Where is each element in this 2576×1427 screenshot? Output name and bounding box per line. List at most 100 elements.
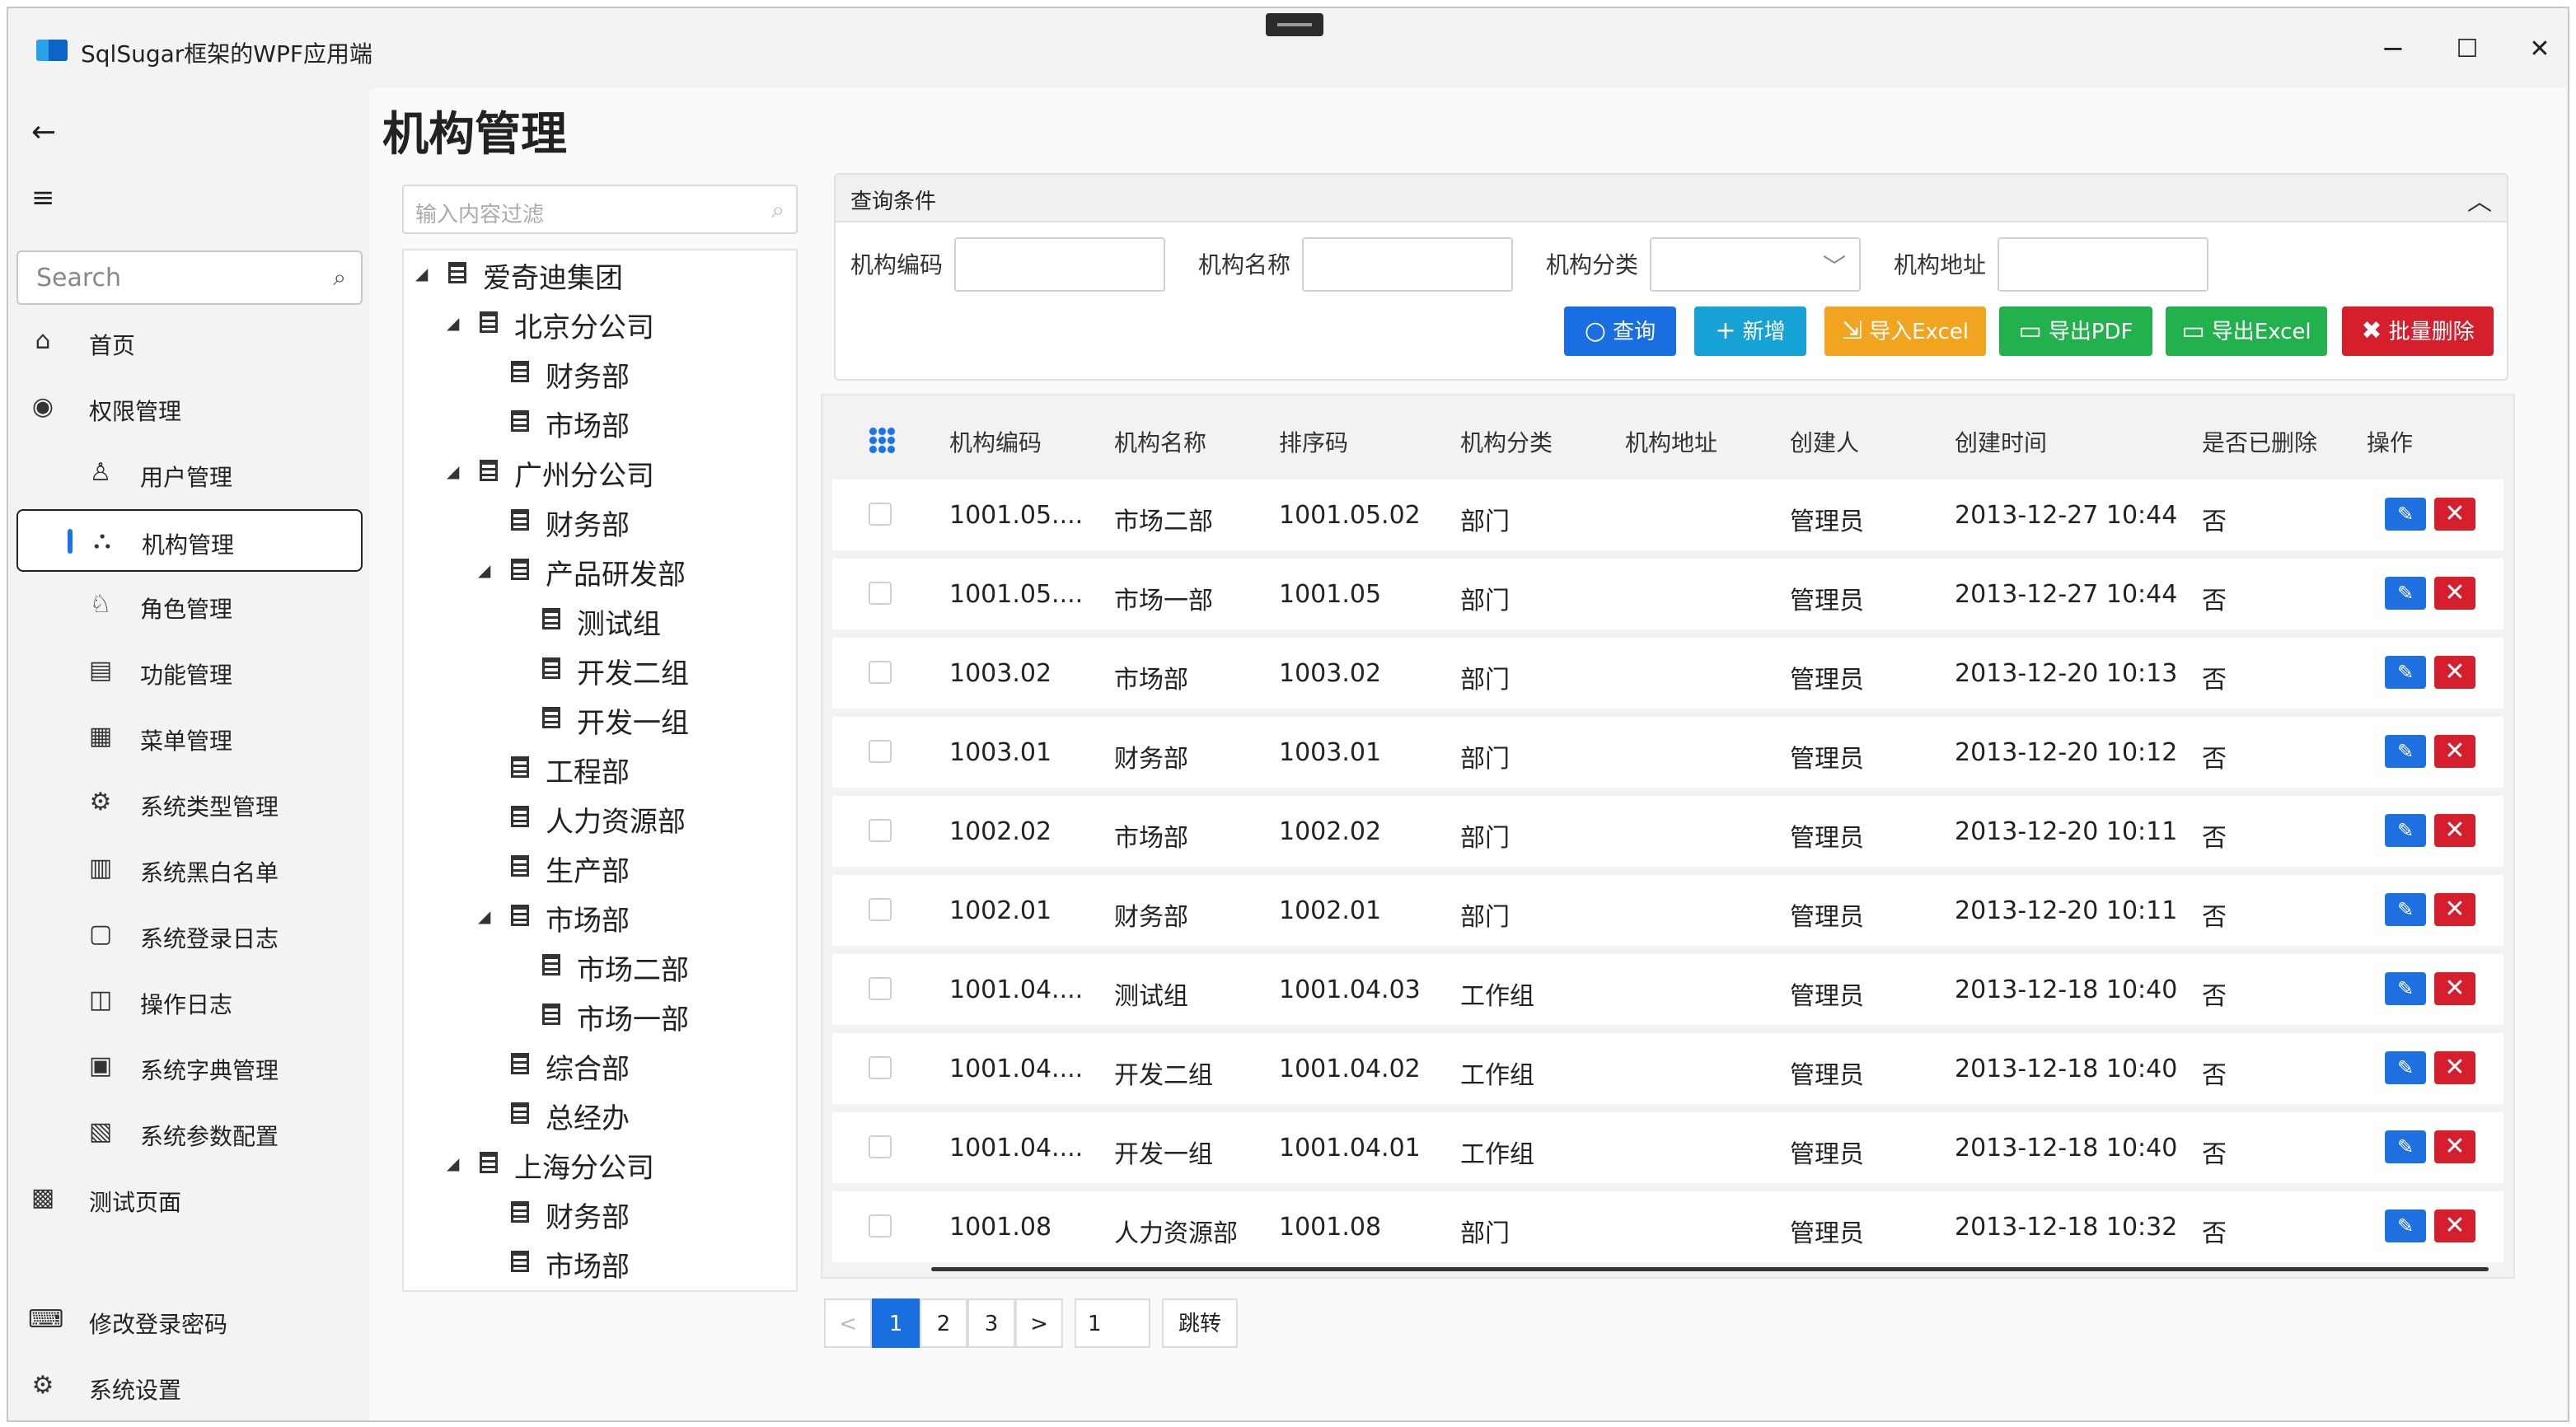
nav-item-login-log[interactable]: ▢ 系统登录日志	[16, 905, 363, 967]
edit-icon[interactable]: ✎	[2385, 1209, 2426, 1242]
edit-icon[interactable]: ✎	[2385, 656, 2426, 689]
table-row[interactable]: 1001.04.... 开发一组 1001.04.01 工作组 管理员 2013-12-1…	[832, 1112, 2503, 1183]
org-address-input[interactable]	[1998, 237, 2208, 292]
expand-arrow-icon[interactable]: ◢	[415, 264, 428, 283]
nav-item-change-password[interactable]: ⌨ 修改登录密码	[16, 1290, 363, 1353]
search-button[interactable]: ○ 查询	[1564, 306, 1676, 356]
search-input[interactable]: Search	[36, 264, 121, 292]
nav-item-role-management[interactable]: ♘ 角色管理	[16, 575, 363, 638]
column-header[interactable]: 创建人	[1790, 425, 1859, 458]
add-button[interactable]: + 新增	[1694, 306, 1806, 356]
expand-arrow-icon[interactable]: ◢	[478, 560, 490, 580]
row-checkbox[interactable]	[869, 1135, 892, 1158]
tree-filter-input[interactable]: 输入内容过滤 ⌕	[402, 185, 798, 234]
expand-arrow-icon[interactable]: ◢	[447, 313, 459, 333]
minimize-button[interactable]: ─	[2377, 33, 2410, 66]
page-button[interactable]: 2	[920, 1298, 967, 1348]
column-header[interactable]: 机构分类	[1460, 425, 1553, 458]
delete-icon[interactable]: ✕	[2434, 814, 2475, 847]
import-excel-button[interactable]: ⇲ 导入Excel	[1824, 306, 1986, 356]
row-checkbox[interactable]	[869, 740, 892, 763]
export-excel-button[interactable]: ▭ 导出Excel	[2166, 306, 2327, 356]
delete-icon[interactable]: ✕	[2434, 577, 2475, 610]
row-checkbox[interactable]	[869, 503, 892, 526]
nav-item-user-management[interactable]: ♙ 用户管理	[16, 443, 363, 506]
delete-icon[interactable]: ✕	[2434, 1209, 2475, 1242]
edit-icon[interactable]: ✎	[2385, 498, 2426, 531]
table-row[interactable]: 1001.08 人力资源部 1001.08 部门 管理员 2013-12-18 10:32…	[832, 1191, 2503, 1262]
edit-icon[interactable]: ✎	[2385, 972, 2426, 1005]
delete-icon[interactable]: ✕	[2434, 972, 2475, 1005]
chevron-up-icon[interactable]: ︿	[2467, 181, 2492, 218]
batch-delete-button[interactable]: ✖ 批量删除	[2342, 306, 2494, 356]
nav-item-parameters[interactable]: ▧ 系统参数配置	[16, 1102, 363, 1165]
table-row[interactable]: 1001.04.... 开发二组 1001.04.02 工作组 管理员 2013-12-1…	[832, 1033, 2503, 1104]
grid-menu-icon[interactable]	[869, 427, 895, 453]
row-checkbox[interactable]	[869, 1214, 892, 1238]
delete-icon[interactable]: ✕	[2434, 656, 2475, 689]
table-row[interactable]: 1002.02 市场部 1002.02 部门 管理员 2013-12-20 10:11 否 ✎…	[832, 796, 2503, 867]
edit-icon[interactable]: ✎	[2385, 814, 2426, 847]
nav-item-org-management[interactable]: ⛬ 机构管理	[16, 509, 363, 572]
jump-page-input[interactable]: 1	[1075, 1298, 1150, 1348]
nav-item-system-type[interactable]: ⚙ 系统类型管理	[16, 773, 363, 835]
expand-arrow-icon[interactable]: ◢	[447, 1153, 459, 1173]
export-pdf-button[interactable]: ▭ 导出PDF	[1999, 306, 2152, 356]
org-category-select[interactable]: ﹀	[1650, 237, 1861, 292]
table-row[interactable]: 1001.05.... 市场二部 1001.05.02 部门 管理员 2013-12-27…	[832, 480, 2503, 550]
table-row[interactable]: 1001.05.... 市场一部 1001.05 部门 管理员 2013-12-27 10…	[832, 559, 2503, 629]
nav-item-test-page[interactable]: ▩ 测试页面	[16, 1168, 363, 1231]
column-header[interactable]: 排序码	[1279, 425, 1348, 458]
nav-item-permission[interactable]: ◉ 权限管理	[16, 377, 363, 440]
hamburger-menu-icon[interactable]: ≡	[31, 181, 55, 214]
search-icon[interactable]: ⌕	[333, 264, 346, 292]
nav-search-box[interactable]: Search ⌕	[16, 250, 363, 305]
column-header[interactable]: 创建时间	[1955, 425, 2047, 458]
row-checkbox[interactable]	[869, 661, 892, 684]
horizontal-scrollbar[interactable]	[931, 1267, 2489, 1271]
edit-icon[interactable]: ✎	[2385, 577, 2426, 610]
table-row[interactable]: 1003.01 财务部 1003.01 部门 管理员 2013-12-20 10:12 否 ✎…	[832, 717, 2503, 788]
prev-page-button[interactable]: <	[824, 1298, 872, 1348]
nav-item-home[interactable]: ⌂ 首页	[16, 311, 363, 374]
nav-item-blacklist[interactable]: ▥ 系统黑白名单	[16, 839, 363, 901]
edit-icon[interactable]: ✎	[2385, 1051, 2426, 1084]
nav-item-dictionary[interactable]: ▣ 系统字典管理	[16, 1036, 363, 1099]
delete-icon[interactable]: ✕	[2434, 1051, 2475, 1084]
delete-icon[interactable]: ✕	[2434, 1130, 2475, 1163]
nav-item-function-management[interactable]: ▤ 功能管理	[16, 641, 363, 704]
column-header[interactable]: 机构名称	[1114, 425, 1206, 458]
next-page-button[interactable]: >	[1015, 1298, 1063, 1348]
edit-icon[interactable]: ✎	[2385, 1130, 2426, 1163]
row-checkbox[interactable]	[869, 582, 892, 605]
column-header[interactable]: 操作	[2367, 425, 2413, 458]
maximize-button[interactable]: ☐	[2451, 33, 2484, 66]
query-panel-header[interactable]: 查询条件 ︿	[836, 175, 2507, 222]
nav-item-menu-management[interactable]: ▦ 菜单管理	[16, 707, 363, 770]
table-row[interactable]: 1002.01 财务部 1002.01 部门 管理员 2013-12-20 10:11 否 ✎…	[832, 875, 2503, 946]
row-checkbox[interactable]	[869, 1056, 892, 1079]
expand-arrow-icon[interactable]: ◢	[478, 906, 490, 926]
page-button[interactable]: 1	[872, 1298, 920, 1348]
org-code-input[interactable]	[954, 237, 1165, 292]
nav-item-operation-log[interactable]: ◫ 操作日志	[16, 971, 363, 1033]
column-header[interactable]: 机构编码	[949, 425, 1042, 458]
row-checkbox[interactable]	[869, 819, 892, 842]
jump-button[interactable]: 跳转	[1162, 1298, 1238, 1348]
column-header[interactable]: 是否已删除	[2202, 425, 2317, 458]
nav-item-system-settings[interactable]: ⚙ 系统设置	[16, 1356, 363, 1419]
table-row[interactable]: 1003.02 市场部 1003.02 部门 管理员 2013-12-20 10:13 否 ✎…	[832, 638, 2503, 709]
row-checkbox[interactable]	[869, 898, 892, 921]
close-button[interactable]: ✕	[2523, 33, 2556, 66]
row-checkbox[interactable]	[869, 977, 892, 1000]
back-arrow-icon[interactable]: ←	[31, 115, 56, 149]
delete-icon[interactable]: ✕	[2434, 498, 2475, 531]
page-button[interactable]: 3	[967, 1298, 1015, 1348]
edit-icon[interactable]: ✎	[2385, 735, 2426, 768]
expand-arrow-icon[interactable]: ◢	[447, 461, 459, 481]
column-header[interactable]: 机构地址	[1625, 425, 1717, 458]
table-row[interactable]: 1001.04.... 测试组 1001.04.03 工作组 管理员 2013-12-18…	[832, 954, 2503, 1025]
delete-icon[interactable]: ✕	[2434, 893, 2475, 926]
edit-icon[interactable]: ✎	[2385, 893, 2426, 926]
delete-icon[interactable]: ✕	[2434, 735, 2475, 768]
